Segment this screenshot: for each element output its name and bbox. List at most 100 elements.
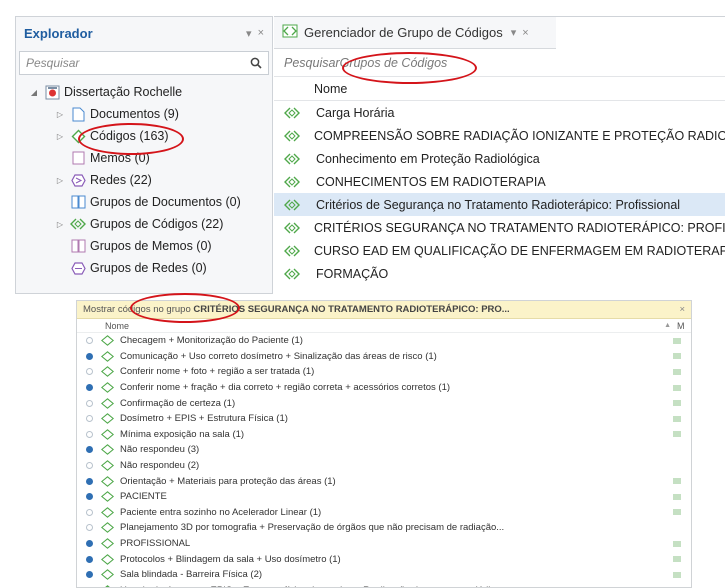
code-row[interactable]: Não respondeu (2) — [77, 458, 691, 474]
tree-item-documents[interactable]: ▷ Documentos (9) — [16, 103, 272, 125]
code-group-row[interactable]: CURSO EAD EM QUALIFICAÇÃO DE ENFERMAGEM … — [274, 239, 725, 262]
code-row[interactable]: Não respondeu (3) — [77, 442, 691, 458]
code-group-label: Carga Horária — [316, 105, 395, 120]
code-row[interactable]: Checagem + Monitorização do Paciente (1) — [77, 333, 691, 349]
empty-dot-icon — [86, 415, 93, 423]
code-row[interactable]: PROFISSIONAL — [77, 536, 691, 552]
column-header-name[interactable]: Nome — [105, 321, 129, 331]
code-row[interactable]: Dosímetro + EPIS + Estrutura Física (1) — [77, 411, 691, 427]
search-icon[interactable] — [250, 57, 262, 69]
code-group-label: Conhecimento em Proteção Radiológica — [316, 151, 540, 166]
pane-dropdown-icon[interactable]: ▾ — [246, 27, 252, 40]
code-group-row[interactable]: Carga Horária — [274, 101, 725, 124]
code-group-label: CRITÉRIOS SEGURANÇA NO TRATAMENTO RADIOT… — [314, 220, 725, 235]
code-group-row[interactable]: CONHECIMENTOS EM RADIOTERAPIA — [274, 170, 725, 193]
code-label: Conferir nome + fração + dia correto + r… — [120, 382, 451, 394]
explorer-search-input[interactable] — [26, 56, 250, 70]
empty-dot-icon — [86, 337, 93, 345]
memo-indicator — [673, 509, 681, 516]
code-group-manager: Gerenciador de Grupo de Códigos ▾ × Pesq… — [274, 16, 725, 294]
memo-indicator — [673, 447, 681, 453]
expand-arrow-icon[interactable]: ▷ — [54, 110, 66, 119]
code-label: Protocolos + Blindagem da sala + Uso dos… — [120, 553, 341, 565]
code-row[interactable]: Comunicação + Uso correto dosímetro + Si… — [77, 349, 691, 365]
popup-group-name: CRITÉRIOS SEGURANÇA NO TRATAMENTO RADIOT… — [193, 304, 510, 315]
code-row[interactable]: Orientação + Materiais para proteção das… — [77, 473, 691, 489]
code-group-row[interactable]: CRITÉRIOS SEGURANÇA NO TRATAMENTO RADIOT… — [274, 216, 725, 239]
tree-item-memo-groups[interactable]: Grupos de Memos (0) — [16, 235, 272, 257]
code-label: Dosímetro + EPIS + Estrutura Física (1) — [120, 413, 288, 425]
code-diamond-icon — [101, 522, 115, 534]
code-row[interactable]: Protocolos + Blindagem da sala + Uso dos… — [77, 551, 691, 567]
memo-indicator — [673, 400, 681, 407]
code-row[interactable]: Uso de dosímetros + EPIS + Estrutura fís… — [77, 583, 691, 587]
sort-arrow-icon[interactable]: ▲ — [664, 322, 671, 329]
tab-dropdown-icon[interactable]: ▾ — [511, 26, 517, 39]
code-group-icon — [284, 106, 302, 120]
column-header-name[interactable]: Nome — [274, 77, 725, 101]
code-group-row[interactable]: COMPREENSÃO SOBRE RADIAÇÃO IONIZANTE E P… — [274, 124, 725, 147]
memo-indicator — [673, 337, 681, 344]
code-group-icon — [70, 216, 86, 232]
memo-indicator — [673, 478, 681, 485]
code-row[interactable]: Conferir nome + foto + região a ser trat… — [77, 364, 691, 380]
tree-item-network-groups[interactable]: Grupos de Redes (0) — [16, 257, 272, 279]
tab-title: Gerenciador de Grupo de Códigos — [304, 25, 503, 40]
empty-dot-icon — [86, 524, 93, 532]
code-row[interactable]: Paciente entra sozinho no Acelerador Lin… — [77, 505, 691, 521]
code-group-label: COMPREENSÃO SOBRE RADIAÇÃO IONIZANTE E P… — [314, 128, 725, 143]
empty-dot-icon — [86, 462, 93, 470]
tree-root[interactable]: ◢ Dissertação Rochelle — [16, 81, 272, 103]
code-group-row[interactable]: Conhecimento em Proteção Radiológica — [274, 147, 725, 170]
tree-item-label: Grupos de Documentos (0) — [90, 195, 241, 209]
code-group-list: Carga Horária COMPREENSÃO SOBRE RADIAÇÃO … — [274, 101, 725, 285]
collapse-arrow-icon[interactable]: ◢ — [28, 88, 40, 97]
highlight-circle-codes — [78, 123, 184, 155]
code-label: Orientação + Materiais para proteção das… — [120, 475, 336, 487]
pane-close-icon[interactable]: × — [258, 27, 264, 39]
tab-close-icon[interactable]: × — [522, 27, 528, 39]
code-list: Checagem + Monitorização do Paciente (1)… — [77, 333, 691, 587]
code-row[interactable]: PACIENTE — [77, 489, 691, 505]
code-group-row[interactable]: FORMAÇÃO — [274, 262, 725, 285]
tree-item-label: Grupos de Memos (0) — [90, 239, 212, 253]
code-label: Conferir nome + foto + região a ser trat… — [120, 366, 315, 378]
expand-arrow-icon[interactable]: ▷ — [54, 220, 66, 229]
expand-arrow-icon[interactable]: ▷ — [54, 176, 66, 185]
code-group-icon — [282, 24, 298, 41]
code-row[interactable]: Mínima exposição na sala (1) — [77, 427, 691, 443]
code-label: Sala blindada - Barreira Física (2) — [120, 569, 263, 581]
tab-code-group-manager[interactable]: Gerenciador de Grupo de Códigos ▾ × — [274, 17, 556, 49]
code-row[interactable]: Confirmação de certeza (1) — [77, 395, 691, 411]
code-row[interactable]: Conferir nome + fração + dia correto + r… — [77, 380, 691, 396]
network-group-icon — [70, 260, 86, 276]
code-row[interactable]: Sala blindada - Barreira Física (2) — [77, 567, 691, 583]
column-header-m[interactable]: M — [677, 321, 691, 331]
popup-close-icon[interactable]: × — [679, 304, 685, 315]
tree-item-label: Grupos de Códigos (22) — [90, 217, 224, 231]
memo-indicator — [673, 556, 681, 563]
tree-item-document-groups[interactable]: Grupos de Documentos (0) — [16, 191, 272, 213]
expand-arrow-icon[interactable]: ▷ — [54, 132, 66, 141]
empty-dot-icon — [86, 368, 93, 376]
project-tree: ◢ Dissertação Rochelle ▷ Documentos (9) … — [16, 77, 272, 279]
filled-dot-icon — [86, 446, 93, 454]
memo-indicator — [673, 463, 681, 469]
explorer-search[interactable] — [19, 51, 269, 75]
code-row[interactable]: Planejamento 3D por tomografia + Preserv… — [77, 520, 691, 536]
code-group-row[interactable]: Critérios de Segurança no Tratamento Rad… — [274, 193, 725, 216]
code-diamond-icon — [101, 397, 115, 409]
tree-item-code-groups[interactable]: ▷ Grupos de Códigos (22) — [16, 213, 272, 235]
code-group-icon — [284, 175, 302, 189]
code-diamond-icon — [101, 444, 115, 456]
manager-search[interactable]: Pesquisar — [274, 49, 725, 77]
code-group-label: FORMAÇÃO — [316, 266, 389, 281]
code-label: Comunicação + Uso correto dosímetro + Si… — [120, 350, 437, 362]
memo-indicator — [673, 540, 681, 547]
tree-item-networks[interactable]: ▷ Redes (22) — [16, 169, 272, 191]
project-icon — [44, 84, 60, 100]
code-diamond-icon — [101, 413, 115, 425]
filled-dot-icon — [86, 493, 93, 501]
tree-item-label: Grupos de Redes (0) — [90, 261, 207, 275]
code-label: Checagem + Monitorização do Paciente (1) — [120, 335, 303, 347]
